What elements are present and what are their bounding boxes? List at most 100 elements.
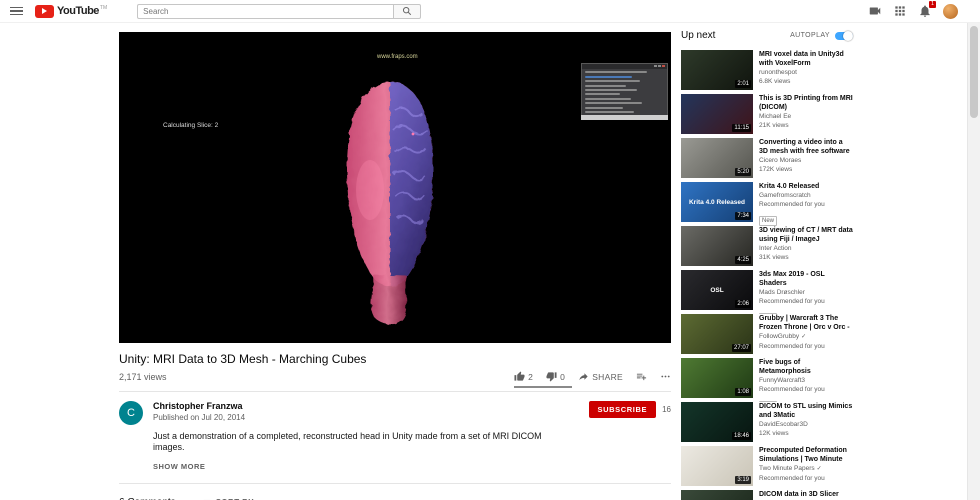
video-thumbnail[interactable]: 5:20 bbox=[681, 138, 753, 178]
video-item-title: 3D viewing of CT / MRT data using Fiji /… bbox=[759, 227, 853, 243]
like-count: 2 bbox=[528, 371, 534, 382]
video-item-title: MRI voxel data in Unity3d with VoxelForm bbox=[759, 51, 844, 67]
video-item-channel: Mads Drøschler✓ bbox=[759, 289, 805, 296]
save-button[interactable] bbox=[636, 371, 647, 382]
up-next-video-item[interactable]: Krita 4.0 Released 7:34 Krita 4.0 Releas… bbox=[681, 182, 853, 226]
stats-row: 2,171 views 2 0 SHARE bbox=[119, 371, 671, 392]
notifications-bell-icon[interactable]: 1 bbox=[918, 1, 936, 18]
up-next-video-item[interactable]: 18:46 DICOM to STL using Mimics and 3Mat… bbox=[681, 402, 853, 446]
video-item-title: DICOM to STL using Mimics and 3Matic bbox=[759, 403, 853, 419]
account-avatar[interactable] bbox=[943, 3, 958, 19]
dislike-button[interactable]: 0 bbox=[546, 371, 565, 382]
page-scrollbar[interactable] bbox=[967, 0, 980, 500]
up-next-video-item[interactable]: 2:01 MRI voxel data in Unity3d with Voxe… bbox=[681, 50, 853, 94]
video-item-channel: Two Minute Papers ✓ bbox=[759, 465, 822, 472]
up-next-video-item[interactable]: 1:08 Five bugs of Metamorphosis FunnyWar… bbox=[681, 358, 853, 402]
channel-initial: C bbox=[127, 407, 135, 419]
panel-header bbox=[582, 64, 667, 69]
fraps-watermark: www.fraps.com bbox=[377, 54, 418, 60]
video-item-title: This is 3D Printing from MRI (DICOM) bbox=[759, 95, 853, 111]
channel-name[interactable]: Christopher Franzwa bbox=[153, 401, 245, 411]
logo-superscript: TM bbox=[99, 4, 108, 11]
video-player[interactable]: www.fraps.com Calculating Slice: 2 bbox=[119, 32, 671, 343]
video-duration-badge: 2:01 bbox=[735, 80, 751, 88]
video-item-meta: 12K views bbox=[759, 430, 789, 437]
up-next-header: Up next AUTOPLAY bbox=[681, 30, 853, 41]
video-item-title: 3ds Max 2019 - OSL Shaders bbox=[759, 271, 825, 287]
video-item-channel: DavidEscobar3D✓ bbox=[759, 421, 808, 428]
video-duration-badge: 27:07 bbox=[731, 344, 751, 352]
video-item-meta: Recommended for you bbox=[759, 201, 825, 208]
up-next-video-item[interactable]: 5:20 Converting a video into a 3D mesh w… bbox=[681, 138, 853, 182]
video-item-channel: Michael Ee✓ bbox=[759, 113, 792, 120]
like-button[interactable]: 2 bbox=[514, 371, 533, 382]
video-item-meta: 6.8K views bbox=[759, 78, 791, 85]
video-thumbnail[interactable]: 3:19 bbox=[681, 446, 753, 486]
up-next-sidebar: Up next AUTOPLAY 2:01 MRI voxel data in … bbox=[681, 30, 853, 500]
up-next-list: 2:01 MRI voxel data in Unity3d with Voxe… bbox=[681, 50, 853, 500]
video-thumbnail[interactable]: 2:01 bbox=[681, 50, 753, 90]
video-item-text: Krita 4.0 Released Gamefromscratch✓ Reco… bbox=[759, 182, 825, 226]
youtube-watch-page: YouTube TM 1 w bbox=[0, 0, 980, 500]
video-thumbnail[interactable]: Krita 4.0 Released 7:34 bbox=[681, 182, 753, 222]
video-item-text: Grubby | Warcraft 3 The Frozen Throne | … bbox=[759, 314, 853, 358]
search-input[interactable] bbox=[137, 3, 394, 19]
video-thumbnail[interactable]: OSL 2:06 bbox=[681, 270, 753, 310]
video-item-meta: Recommended for you bbox=[759, 343, 825, 350]
verified-badge-icon: ✓ bbox=[816, 466, 822, 472]
video-duration-badge: 11:15 bbox=[732, 124, 751, 132]
up-next-video-item[interactable]: OSL 2:06 3ds Max 2019 - OSL Shaders Mads… bbox=[681, 270, 853, 314]
video-duration-badge: 5:20 bbox=[735, 168, 751, 176]
up-next-video-item[interactable]: 3:19 Precomputed Deformation Simulations… bbox=[681, 446, 853, 490]
video-thumbnail[interactable]: 1:08 bbox=[681, 358, 753, 398]
video-item-title: Krita 4.0 Released bbox=[759, 183, 820, 190]
video-thumbnail[interactable]: 11:15 bbox=[681, 94, 753, 134]
video-description: Just a demonstration of a completed, rec… bbox=[153, 431, 542, 452]
video-actions: 2 0 SHARE bbox=[514, 371, 671, 388]
video-item-meta: 172K views bbox=[759, 166, 793, 173]
autoplay-label: AUTOPLAY bbox=[790, 32, 830, 39]
share-label: SHARE bbox=[592, 371, 623, 382]
video-duration-badge: 4:25 bbox=[735, 256, 751, 264]
video-title: Unity: MRI Data to 3D Mesh - Marching Cu… bbox=[119, 352, 367, 366]
notification-badge: 1 bbox=[929, 1, 936, 8]
video-item-text: Five bugs of Metamorphosis FunnyWarcraft… bbox=[759, 358, 853, 402]
youtube-logo[interactable]: YouTube TM bbox=[35, 4, 107, 19]
video-thumbnail[interactable] bbox=[681, 490, 753, 500]
subscribe-button[interactable]: SUBSCRIBE bbox=[588, 401, 657, 418]
video-thumbnail[interactable]: 27:07 bbox=[681, 314, 753, 354]
search-button[interactable] bbox=[393, 3, 422, 19]
playlist-add-icon bbox=[636, 373, 647, 381]
unity-inspector-panel bbox=[581, 63, 668, 120]
autoplay-toggle[interactable] bbox=[835, 30, 853, 41]
channel-avatar[interactable]: C bbox=[119, 401, 143, 425]
video-item-meta: Recommended for you bbox=[759, 386, 825, 393]
video-item-text: MRI voxel data in Unity3d with VoxelForm… bbox=[759, 50, 853, 94]
up-next-video-item[interactable]: 4:25 3D viewing of CT / MRT data using F… bbox=[681, 226, 853, 270]
video-thumbnail[interactable]: 18:46 bbox=[681, 402, 753, 442]
video-item-channel: FollowGrubby ✓ bbox=[759, 333, 807, 340]
share-button[interactable]: SHARE bbox=[578, 371, 623, 382]
apps-grid-icon[interactable] bbox=[893, 4, 907, 18]
youtube-play-icon bbox=[35, 4, 54, 18]
up-next-video-item[interactable]: DICOM data in 3D Slicer ✓ bbox=[681, 490, 853, 500]
video-item-text: DICOM data in 3D Slicer ✓ bbox=[759, 490, 839, 500]
menu-icon[interactable] bbox=[10, 6, 23, 16]
upload-video-icon[interactable] bbox=[868, 4, 882, 18]
video-duration-badge: 3:19 bbox=[735, 476, 751, 484]
view-count: 2,171 views bbox=[119, 372, 167, 382]
video-item-meta: Recommended for you bbox=[759, 298, 825, 305]
up-next-video-item[interactable]: 27:07 Grubby | Warcraft 3 The Frozen Thr… bbox=[681, 314, 853, 358]
mri-head-render bbox=[347, 82, 433, 325]
up-next-video-item[interactable]: 11:15 This is 3D Printing from MRI (DICO… bbox=[681, 94, 853, 138]
video-duration-badge: 2:06 bbox=[735, 300, 751, 308]
masthead: YouTube TM 1 bbox=[0, 0, 980, 23]
video-item-title: Five bugs of Metamorphosis bbox=[759, 359, 811, 375]
more-actions-button[interactable] bbox=[660, 371, 671, 382]
show-more-button[interactable]: SHOW MORE bbox=[153, 462, 205, 471]
scrollbar-thumb[interactable] bbox=[970, 26, 978, 118]
video-thumbnail[interactable]: 4:25 bbox=[681, 226, 753, 266]
thumbnail-overlay-text bbox=[681, 490, 753, 500]
video-duration-badge: 18:46 bbox=[731, 432, 751, 440]
search-bar bbox=[137, 3, 422, 19]
